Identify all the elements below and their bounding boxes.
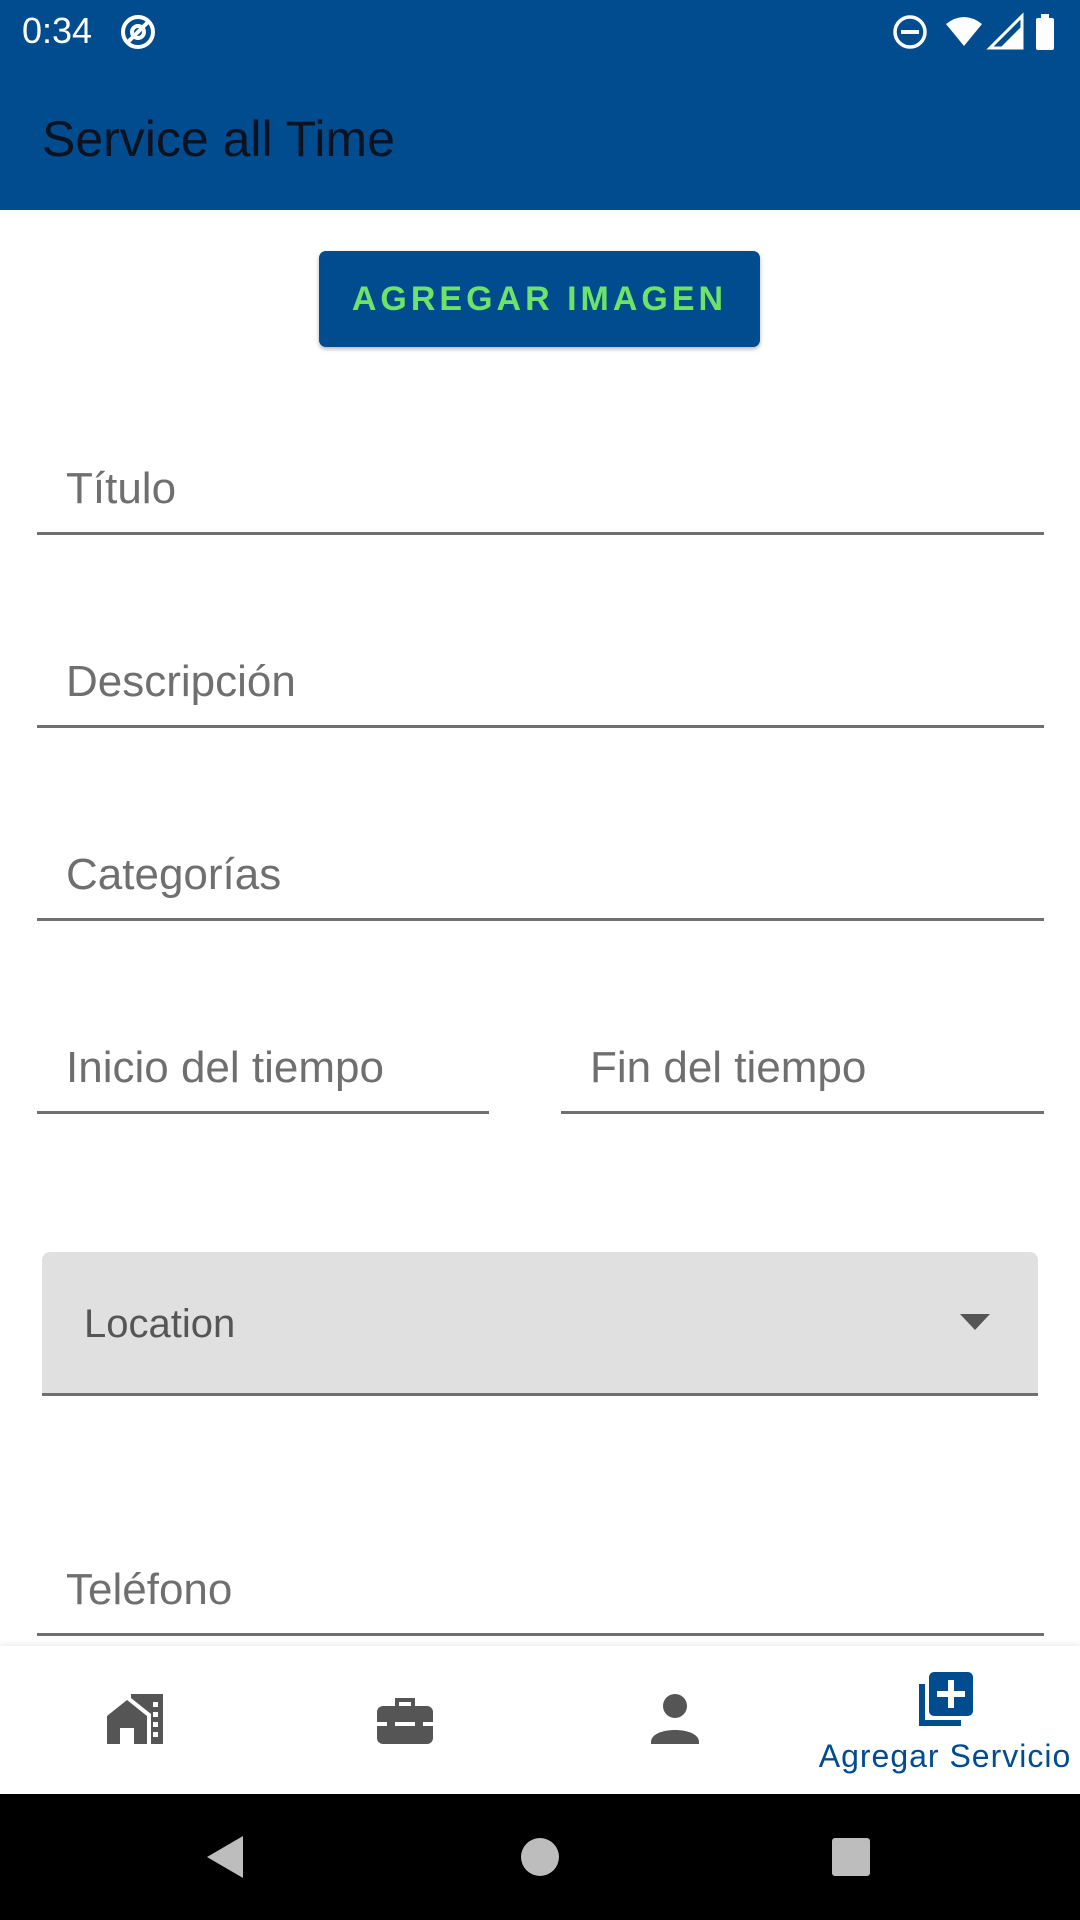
start-time-field[interactable]: Inicio del tiempo <box>37 1024 489 1114</box>
page-title: Service all Time <box>42 111 395 167</box>
dropdown-arrow-icon <box>960 1314 990 1332</box>
description-placeholder: Descripción <box>66 657 296 706</box>
title-field[interactable]: Título <box>37 445 1044 535</box>
back-icon[interactable] <box>203 1834 249 1880</box>
wifi-icon <box>944 12 984 52</box>
nav-item-add-service[interactable]: Agregar Servicio <box>810 1646 1080 1794</box>
bottom-navigation: Agregar Servicio <box>0 1646 1080 1794</box>
status-bar: 0:34 <box>0 0 1080 63</box>
add-box-icon <box>913 1668 977 1732</box>
location-dropdown[interactable]: Location <box>42 1252 1038 1396</box>
title-placeholder: Título <box>66 464 177 513</box>
signal-icon <box>986 12 1026 52</box>
app-bar: Service all Time <box>0 63 1080 210</box>
categories-field[interactable]: Categorías <box>37 831 1044 921</box>
categories-placeholder: Categorías <box>66 850 282 899</box>
phone-placeholder: Teléfono <box>66 1565 233 1614</box>
end-time-placeholder: Fin del tiempo <box>590 1043 867 1092</box>
nav-item-home[interactable] <box>0 1646 270 1794</box>
home-circle-icon[interactable] <box>517 1834 563 1880</box>
at-sign-icon <box>118 12 158 52</box>
end-time-field[interactable]: Fin del tiempo <box>561 1024 1044 1114</box>
nav-label-add-service: Agregar Servicio <box>818 1738 1072 1774</box>
do-not-disturb-icon <box>890 12 930 52</box>
add-image-button[interactable]: AGREGAR IMAGEN <box>319 251 760 347</box>
location-placeholder: Location <box>84 1302 236 1346</box>
nav-item-profile[interactable] <box>540 1646 810 1794</box>
recents-icon[interactable] <box>828 1834 874 1880</box>
start-time-placeholder: Inicio del tiempo <box>66 1043 384 1092</box>
system-navigation-bar <box>0 1794 1080 1920</box>
briefcase-icon <box>373 1686 437 1750</box>
battery-icon <box>1030 12 1060 52</box>
nav-item-services[interactable] <box>270 1646 540 1794</box>
home-icon <box>103 1686 167 1750</box>
description-field[interactable]: Descripción <box>37 638 1044 728</box>
phone-field[interactable]: Teléfono <box>37 1546 1044 1636</box>
person-icon <box>643 1686 707 1750</box>
status-time: 0:34 <box>22 10 93 51</box>
